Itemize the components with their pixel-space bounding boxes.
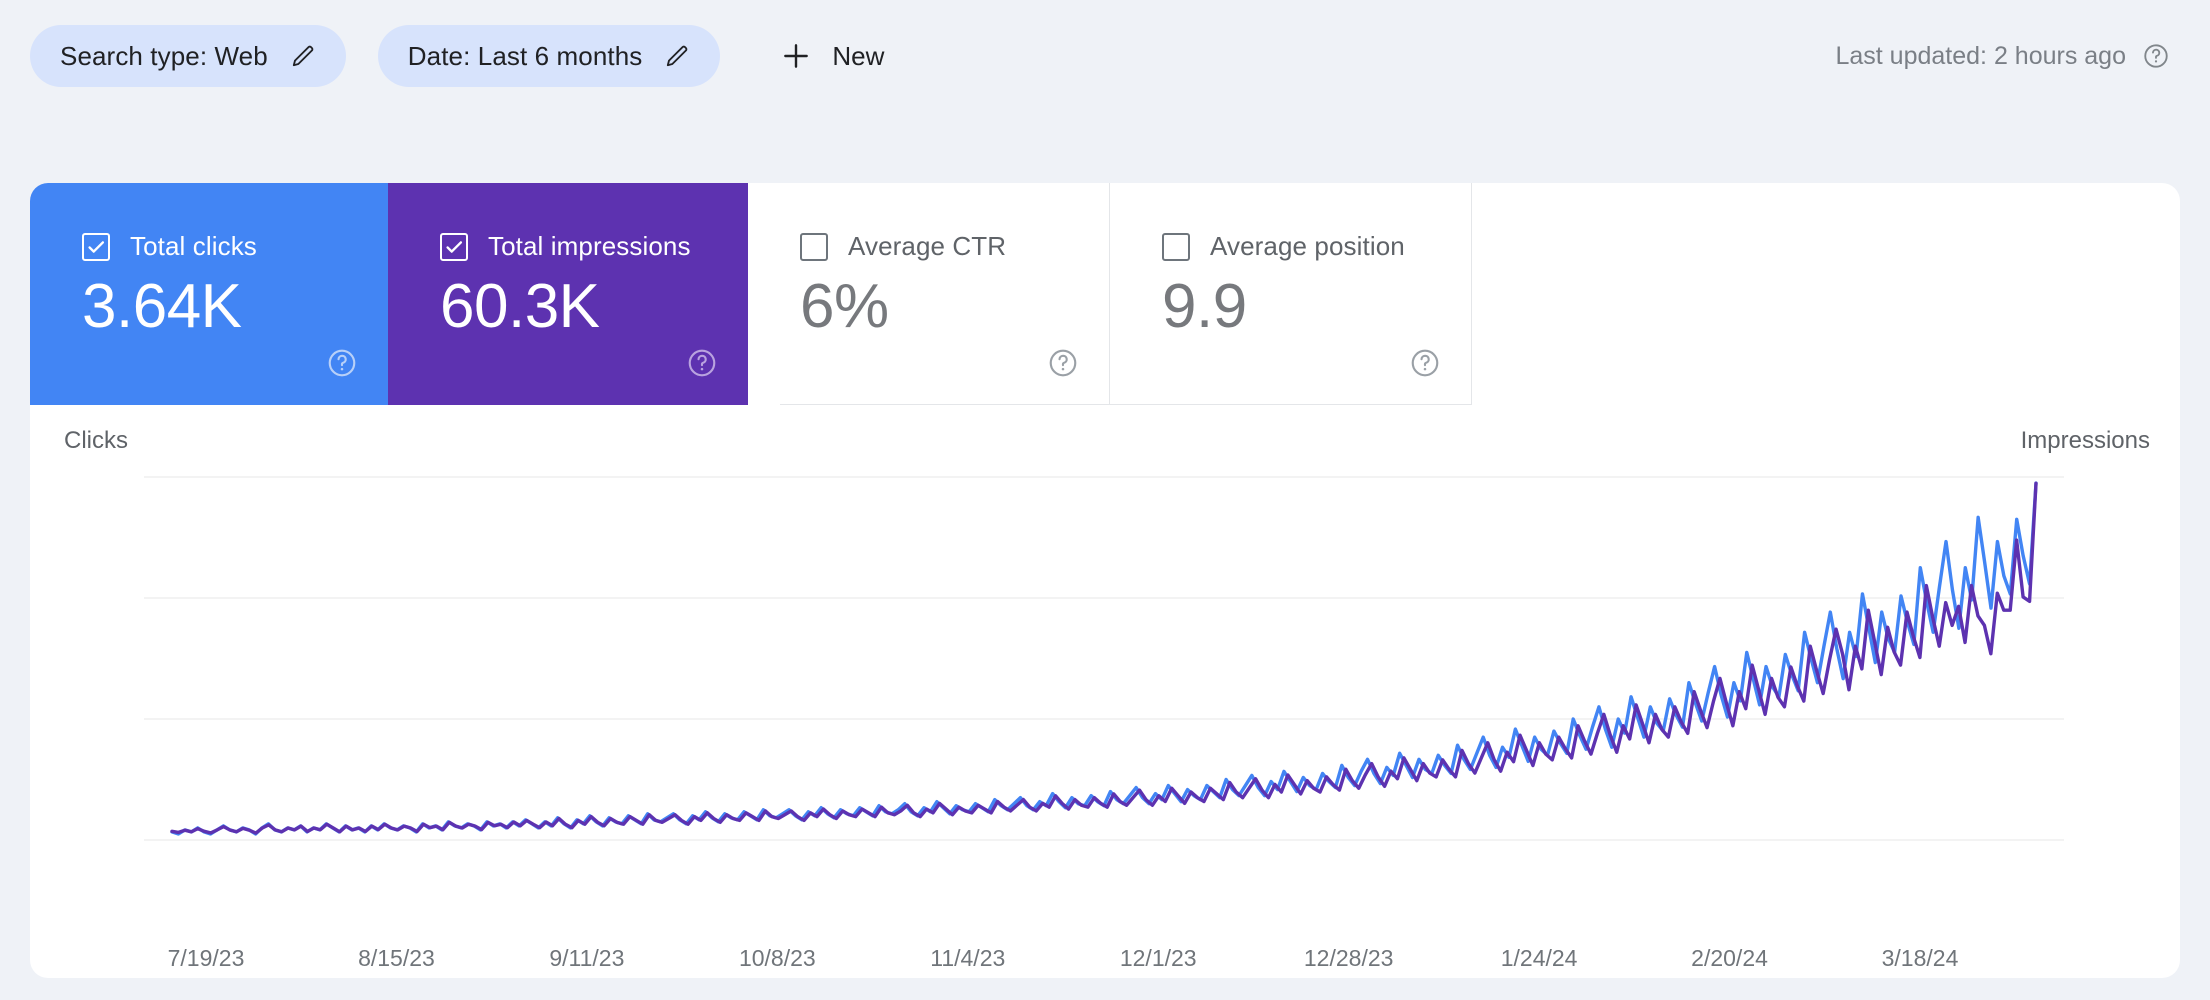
chart-x-tick: 11/4/23 — [930, 945, 1006, 971]
metric-card-value: 3.64K — [82, 272, 242, 341]
last-updated-text: Last updated: 2 hours ago — [1835, 41, 2126, 70]
filter-chip-search-type[interactable]: Search type: Web — [30, 25, 346, 87]
chart-x-tick: 1/24/24 — [1500, 945, 1578, 971]
filter-chip-search-type-label: Search type: Web — [60, 40, 268, 71]
metric-card-header: Total impressions — [440, 231, 748, 262]
metric-card-title: Average CTR — [848, 231, 1007, 261]
plus-icon — [780, 40, 812, 72]
metric-card-title: Total impressions — [488, 231, 691, 261]
metric-card-value: 6% — [800, 272, 889, 341]
help-circle-icon[interactable] — [2142, 42, 2170, 70]
chart-x-tick: 7/19/23 — [167, 945, 245, 971]
pencil-icon[interactable] — [664, 43, 690, 69]
metric-card-value: 60.3K — [440, 272, 600, 341]
metric-card-value: 9.9 — [1162, 272, 1247, 341]
chart-x-tick: 9/11/23 — [549, 945, 625, 971]
chart-svg[interactable] — [172, 477, 2036, 840]
metric-card-header: Average position — [1162, 231, 1471, 262]
chart-x-tick: 8/15/23 — [358, 945, 435, 971]
metric-card-total-clicks[interactable]: Total clicks 3.64K — [30, 183, 388, 405]
help-circle-icon[interactable] — [686, 347, 718, 379]
metric-card-header: Total clicks — [82, 231, 388, 262]
help-circle-icon[interactable] — [1409, 347, 1441, 379]
chart-line-clicks — [172, 483, 2036, 834]
new-filter-button[interactable]: New — [760, 28, 904, 84]
checkbox-unchecked-icon[interactable] — [1162, 232, 1190, 261]
help-circle-icon[interactable] — [326, 347, 358, 379]
new-filter-button-label: New — [832, 40, 885, 71]
performance-panel: Total clicks 3.64K Total impressions 60.… — [30, 183, 2180, 978]
chart-x-tick: 2/20/24 — [1691, 945, 1768, 971]
chart-plot-area: 060120180 07501.5K2.3K 7/19/238/15/239/1… — [172, 477, 2036, 971]
chart-right-axis-label: Impressions — [2020, 427, 2150, 454]
performance-chart: Clicks Impressions 060120180 07501.5K2.3… — [30, 405, 2180, 978]
checkbox-checked-icon[interactable] — [82, 232, 110, 261]
metric-card-average-ctr[interactable]: Average CTR 6% — [748, 183, 1110, 405]
chart-x-tick: 12/1/23 — [1119, 945, 1197, 971]
filter-chip-date[interactable]: Date: Last 6 months — [377, 25, 721, 87]
metric-card-title: Total clicks — [130, 231, 257, 261]
metric-card-average-position[interactable]: Average position 9.9 — [1110, 183, 1472, 405]
metric-card-title: Average position — [1210, 231, 1405, 261]
chart-x-tick: 10/8/23 — [738, 945, 816, 971]
metric-card-header: Average CTR — [800, 231, 1109, 262]
metric-cards-row: Total clicks 3.64K Total impressions 60.… — [30, 183, 1472, 405]
filter-bar: Search type: Web Date: Last 6 months New… — [0, 0, 2210, 112]
chart-line-impressions — [172, 483, 2036, 833]
chart-x-tick: 3/18/24 — [1881, 945, 1959, 971]
chart-x-tick: 12/28/23 — [1303, 945, 1394, 971]
chart-left-axis-label: Clicks — [64, 427, 128, 454]
last-updated: Last updated: 2 hours ago — [1835, 42, 2170, 71]
filter-chip-date-label: Date: Last 6 months — [407, 40, 643, 71]
metric-card-total-impressions[interactable]: Total impressions 60.3K — [388, 183, 748, 405]
pencil-icon[interactable] — [290, 43, 316, 69]
checkbox-checked-icon[interactable] — [440, 232, 468, 261]
checkbox-unchecked-icon[interactable] — [800, 232, 828, 261]
help-circle-icon[interactable] — [1047, 347, 1079, 379]
